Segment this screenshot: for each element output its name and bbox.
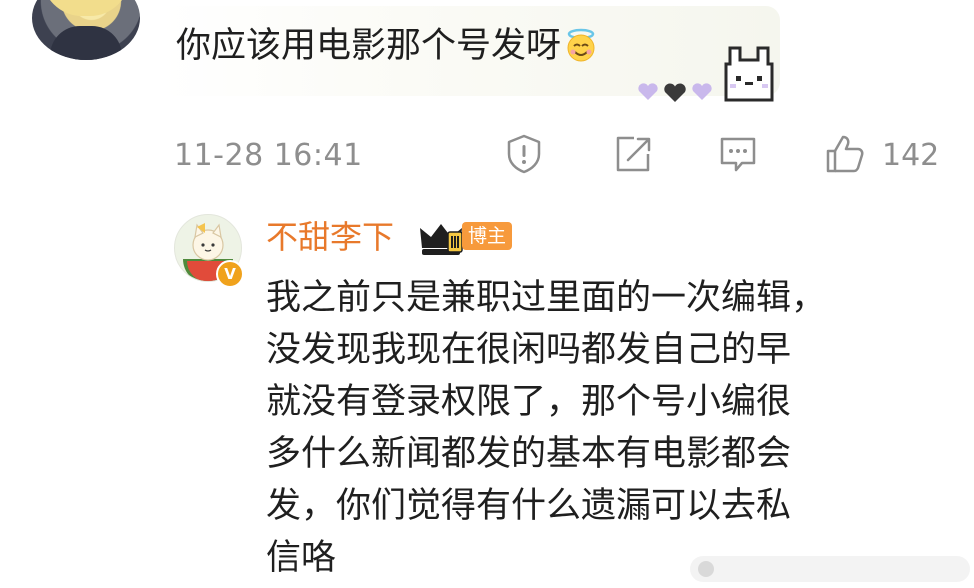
- reply-line: 发，你们觉得有什么遗漏可以去私: [266, 486, 792, 526]
- comment-action-bar: 11-28 16:41 142: [0, 126, 974, 182]
- reply-text: 我之前只是兼职过里面的一次编辑， 没发现我现在很闲吗都发自己的早 就没有登录权限…: [266, 272, 946, 584]
- like-count: 142: [882, 138, 940, 173]
- comment-text: 你应该用电影那个号发呀: [176, 20, 599, 72]
- avatar-body: [50, 26, 122, 60]
- comment-icon[interactable]: [716, 132, 760, 176]
- reply-line: 没发现我现在很闲吗都发自己的早: [266, 330, 792, 370]
- reply-username[interactable]: 不甜李下: [266, 212, 394, 258]
- watermark: [690, 556, 970, 582]
- blogger-badge: 博主: [462, 222, 513, 250]
- report-icon[interactable]: [502, 132, 546, 176]
- crown-level-icon: [420, 224, 463, 255]
- like-icon[interactable]: [822, 132, 866, 176]
- reply-line: 多什么新闻都发的基本有电影都会: [266, 434, 792, 474]
- reply-line: 我之前只是兼职过里面的一次编辑，: [266, 278, 827, 318]
- comment-text-content: 你应该用电影那个号发呀: [176, 26, 562, 66]
- pixel-bunny-icon: [724, 46, 774, 102]
- verified-badge-icon: V: [216, 260, 244, 288]
- reply-line: 就没有登录权限了，那个号小编很: [266, 382, 792, 422]
- hearts-decoration-icon: [638, 83, 712, 102]
- comment-timestamp: 11-28 16:41: [174, 138, 363, 173]
- halo-smile-emoji-icon: [567, 28, 595, 62]
- watermark-logo-icon: [698, 561, 714, 577]
- commenter-avatar[interactable]: [32, 0, 140, 60]
- avatar-hair: [42, 0, 130, 16]
- share-icon[interactable]: [610, 132, 654, 176]
